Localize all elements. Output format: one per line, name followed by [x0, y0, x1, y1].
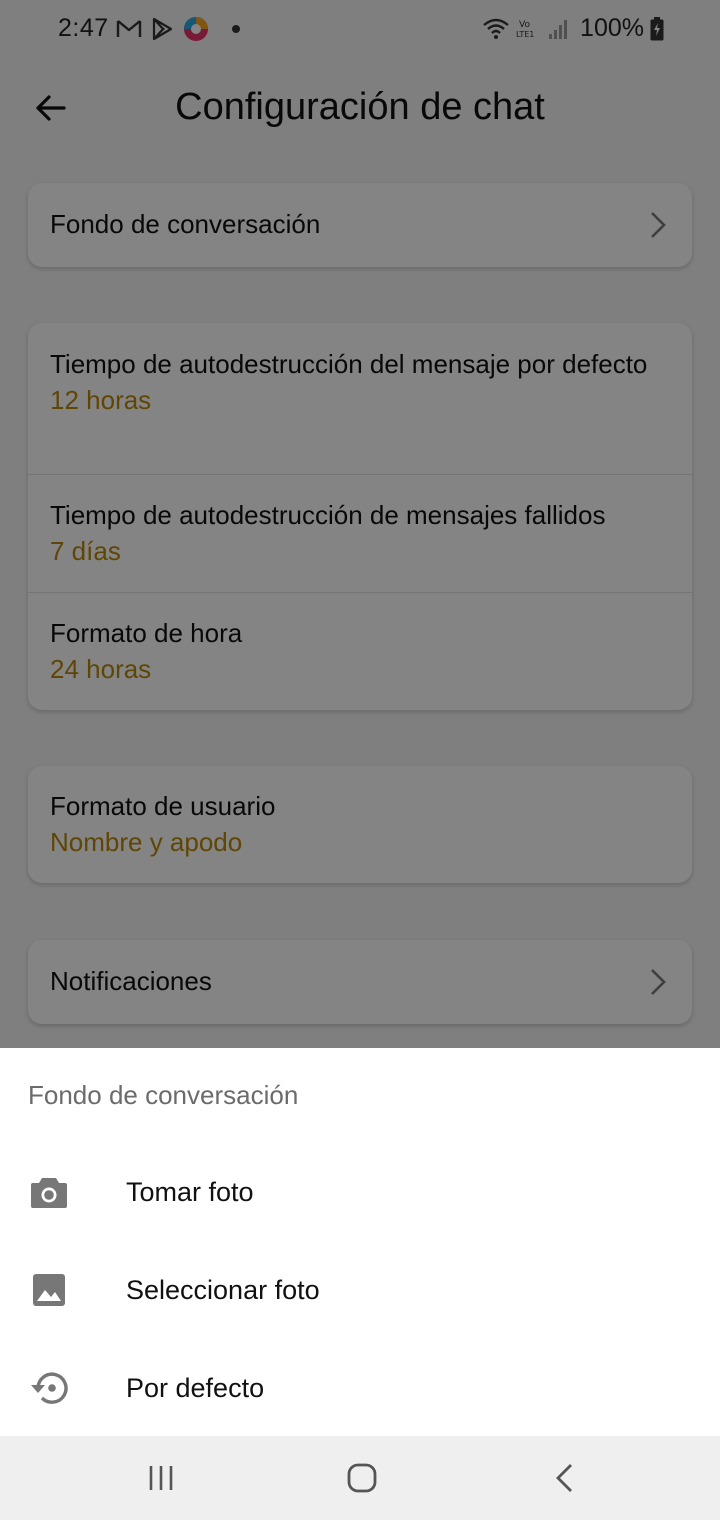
camera-icon [28, 1171, 70, 1213]
recent-apps-icon [149, 1466, 173, 1490]
back-icon [556, 1464, 572, 1492]
sheet-title: Fondo de conversación [28, 1080, 299, 1110]
take-photo-option[interactable]: Tomar foto [0, 1143, 720, 1241]
default-option[interactable]: Por defecto [0, 1339, 720, 1437]
option-label: Tomar foto [126, 1176, 254, 1207]
home-icon [347, 1463, 377, 1493]
home-button[interactable] [332, 1454, 392, 1502]
option-label: Por defecto [126, 1372, 265, 1403]
screen: 2:47 Vo LTE1 100% Configuración de chat F… [0, 0, 720, 1520]
image-icon [28, 1269, 70, 1311]
navigation-bar [0, 1436, 720, 1520]
modal-scrim[interactable] [0, 0, 720, 1048]
select-photo-option[interactable]: Seleccionar foto [0, 1241, 720, 1339]
restore-icon [28, 1367, 70, 1409]
option-label: Seleccionar foto [126, 1274, 320, 1305]
back-nav-button[interactable] [534, 1454, 594, 1502]
wallpaper-bottom-sheet: Fondo de conversación Tomar foto Selecci… [0, 1048, 720, 1436]
recent-apps-button[interactable] [131, 1454, 191, 1502]
